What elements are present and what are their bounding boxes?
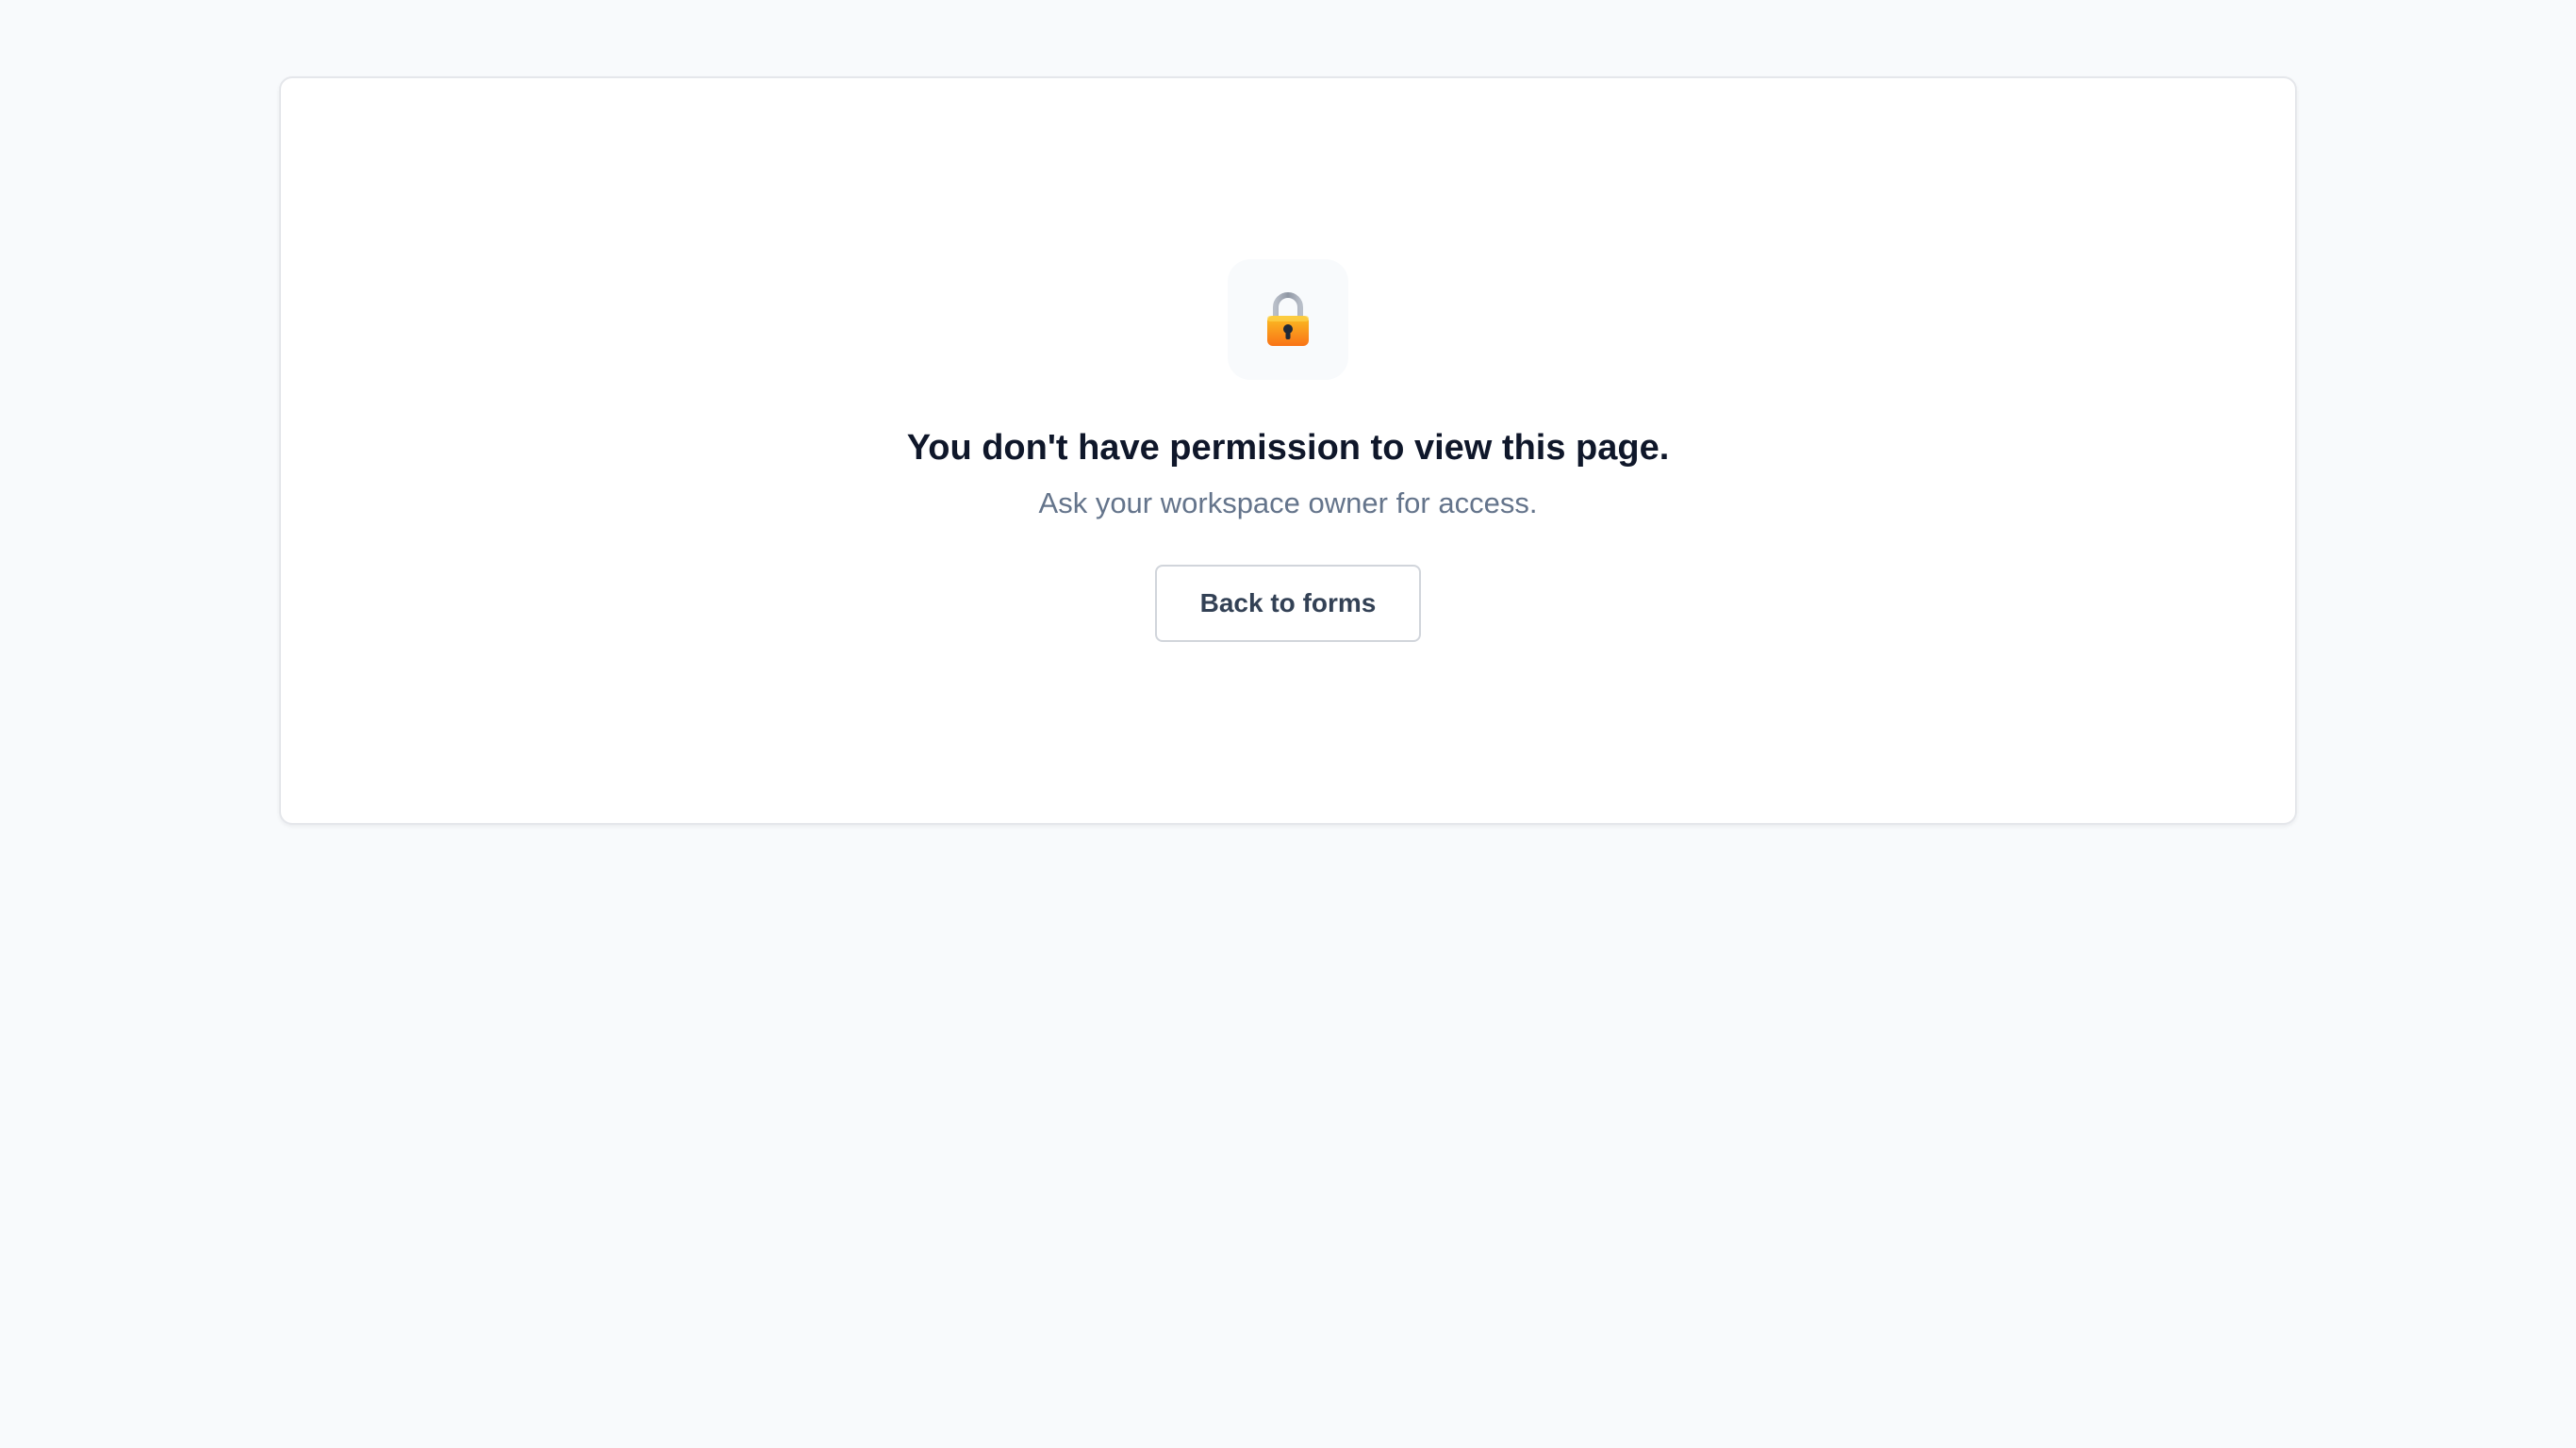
lock-icon xyxy=(1267,292,1309,346)
permission-message: You don't have permission to view this p… xyxy=(281,259,2295,642)
page-subtitle: Ask your workspace owner for access. xyxy=(1038,486,1538,519)
page-title: You don't have permission to view this p… xyxy=(906,428,1670,468)
back-to-forms-button[interactable]: Back to forms xyxy=(1154,565,1422,642)
page: You don't have permission to view this p… xyxy=(0,0,2576,1448)
permission-card: You don't have permission to view this p… xyxy=(279,76,2297,825)
icon-tile xyxy=(1228,259,1348,380)
